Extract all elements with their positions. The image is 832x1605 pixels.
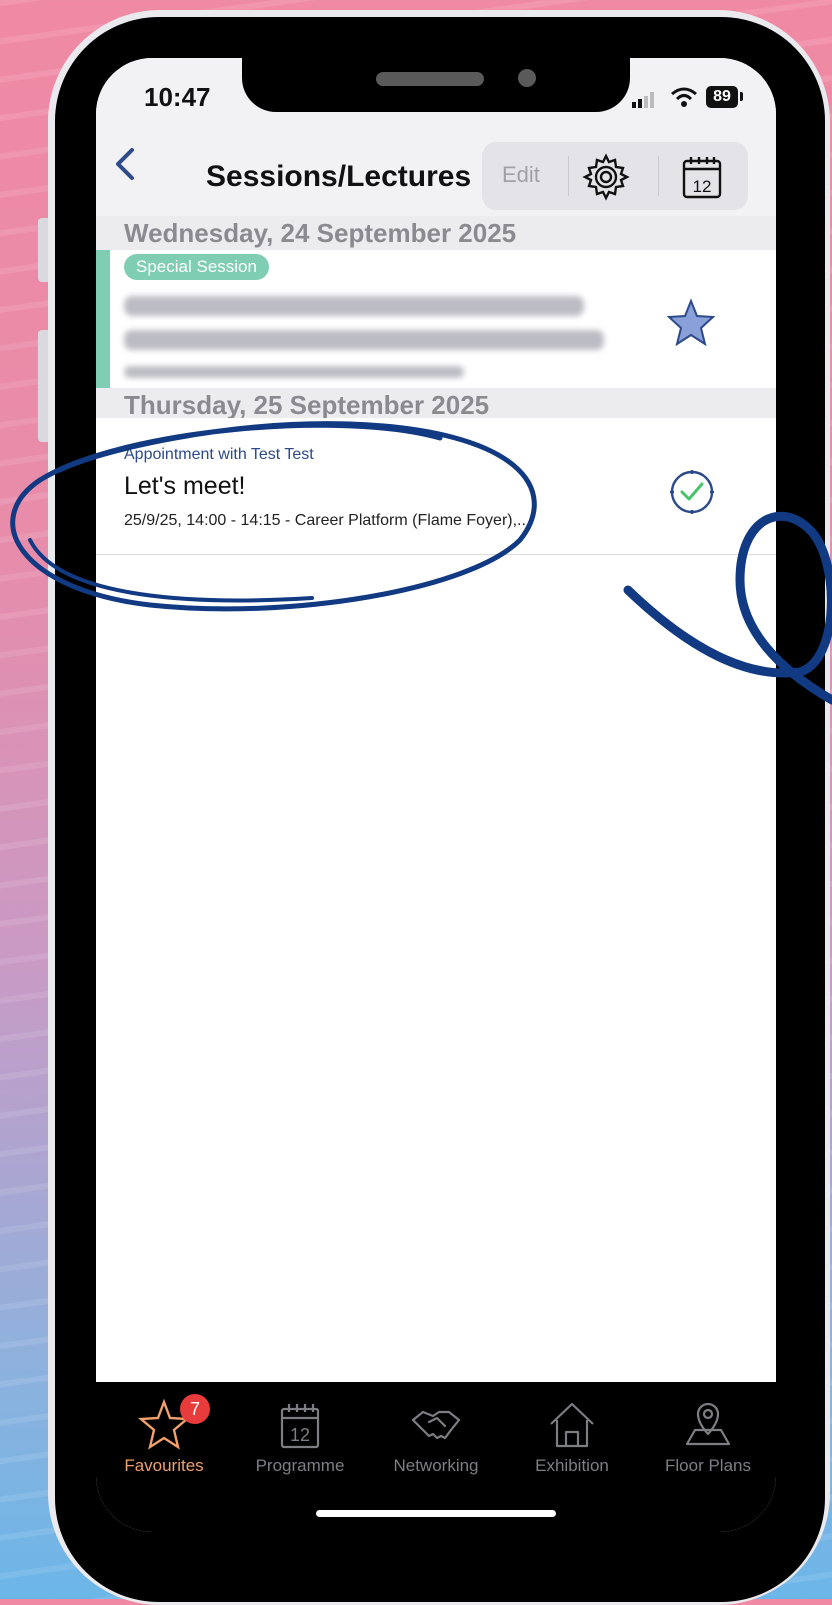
house-icon (550, 1402, 594, 1448)
status-bar: 10:47 89 (96, 58, 776, 118)
calendar-day: 12 (693, 177, 712, 196)
calendar-icon: 12 (280, 1404, 320, 1449)
front-camera (518, 69, 536, 87)
page-title: Sessions/Lectures (206, 160, 472, 193)
tab-label: Exhibition (535, 1456, 609, 1475)
blurred-title (124, 296, 584, 316)
map-pin-icon (685, 1402, 731, 1446)
blurred-detail (124, 366, 464, 378)
tab-networking[interactable]: Networking (368, 1398, 504, 1476)
tab-floor-plans[interactable]: Floor Plans (640, 1398, 776, 1476)
notch (242, 58, 630, 112)
battery-tip (740, 92, 743, 101)
programme-day: 12 (290, 1425, 310, 1445)
session-accent-bar (96, 250, 110, 388)
nav-toolbar: Edit 12 (482, 142, 748, 210)
tab-favourites[interactable]: 7 Favourites (96, 1394, 232, 1476)
section-date-label: Wednesday, 24 September 2025 (124, 218, 517, 248)
wifi-icon (671, 87, 697, 107)
tab-label: Networking (393, 1456, 479, 1475)
toolbar-divider (658, 156, 659, 196)
tab-label: Floor Plans (665, 1456, 751, 1475)
check-circle-icon[interactable] (668, 468, 716, 516)
tab-label: Favourites (124, 1456, 204, 1475)
tab-exhibition[interactable]: Exhibition (504, 1398, 640, 1476)
appointment-title: Let's meet! (124, 472, 246, 500)
tab-label: Programme (255, 1456, 345, 1475)
handshake-icon (411, 1410, 461, 1440)
status-time: 10:47 (144, 82, 211, 112)
appointment-subtitle: Appointment with Test Test (124, 446, 314, 463)
cellular-signal-icon (632, 92, 654, 108)
back-chevron-icon[interactable] (108, 144, 148, 184)
section-header-date: Thursday, 25 September 2025 (96, 388, 776, 420)
toolbar-divider (568, 156, 569, 196)
edit-button[interactable]: Edit (502, 162, 540, 188)
section-date-label: Thursday, 25 September 2025 (124, 390, 490, 420)
favorite-star-icon[interactable] (666, 298, 716, 348)
session-tag: Special Session (124, 254, 269, 280)
speaker (376, 72, 484, 86)
calendar-icon[interactable]: 12 (676, 151, 728, 203)
battery-level: 89 (706, 86, 738, 108)
home-indicator (316, 1510, 556, 1517)
tab-programme[interactable]: 12 Programme (232, 1398, 368, 1476)
gear-icon[interactable] (580, 151, 632, 203)
app-screen: 10:47 89 Sessions/Lectures Edit 12 Wedne… (96, 58, 776, 1532)
section-header-date: Wednesday, 24 September 2025 (96, 216, 776, 250)
favourites-badge: 7 (180, 1394, 210, 1424)
blurred-title (124, 330, 604, 350)
appointment-detail: 25/9/25, 14:00 - 14:15 - Career Platform… (124, 512, 531, 529)
